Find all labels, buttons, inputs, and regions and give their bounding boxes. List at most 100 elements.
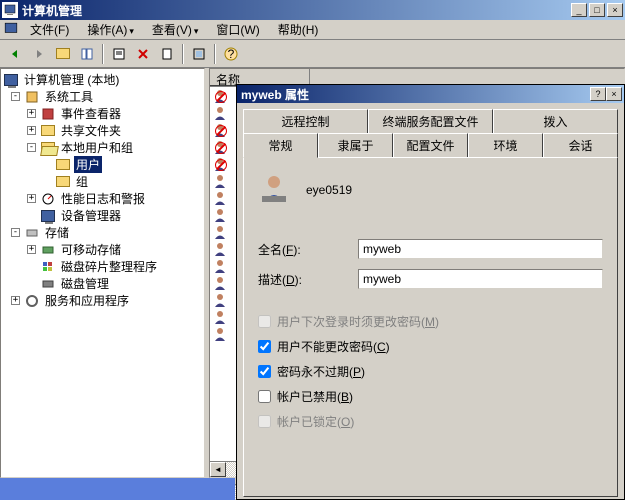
properties-button[interactable] — [108, 43, 130, 65]
tree-root[interactable]: 计算机管理 (本地) — [22, 71, 121, 88]
tree-toggle[interactable]: - — [11, 228, 20, 237]
user-icon — [212, 292, 228, 308]
menu-help[interactable]: 帮助(H) — [270, 19, 327, 40]
tree-users[interactable]: 用户 — [74, 156, 102, 173]
removable-icon — [40, 242, 56, 258]
tree-pane[interactable]: 计算机管理 (本地) - 系统工具 + 事件查看器 + 共享文件夹 - 本地用户和组 用… — [0, 68, 205, 478]
device-icon — [40, 208, 56, 224]
main-titlebar: 计算机管理 _ □ × — [0, 0, 625, 20]
menu-file[interactable]: 文件(F) — [22, 19, 77, 40]
tree-groups[interactable]: 组 — [74, 173, 90, 190]
folder-icon — [55, 157, 71, 173]
tree-removable[interactable]: 可移动存储 — [59, 241, 123, 258]
book-icon — [40, 106, 56, 122]
help-button[interactable]: ? — [220, 43, 242, 65]
minimize-button[interactable]: _ — [571, 3, 587, 17]
svg-text:?: ? — [228, 47, 235, 61]
diskmgr-icon — [40, 276, 56, 292]
tree-systools[interactable]: 系统工具 — [43, 88, 95, 105]
fullname-input[interactable] — [358, 239, 603, 259]
menu-view[interactable]: 查看(V)▾ — [144, 19, 207, 40]
tree-eventviewer[interactable]: 事件查看器 — [59, 105, 123, 122]
tree-toggle[interactable]: + — [27, 194, 36, 203]
chk-disabled-label: 帐户已禁用(B) — [277, 388, 353, 405]
tab-tsprofile[interactable]: 终端服务配置文件 — [368, 109, 493, 133]
folder-open-icon — [40, 140, 56, 156]
chk-neverexpire[interactable] — [258, 365, 271, 378]
menu-window[interactable]: 窗口(W) — [208, 19, 267, 40]
tree-localusers[interactable]: 本地用户和组 — [59, 139, 135, 156]
description-input[interactable] — [358, 269, 603, 289]
export-button[interactable] — [156, 43, 178, 65]
taskbar-segment — [0, 478, 235, 500]
tab-environment[interactable]: 环境 — [468, 133, 543, 157]
computer-icon — [3, 72, 19, 88]
refresh-button[interactable] — [188, 43, 210, 65]
tree-toggle[interactable]: + — [27, 109, 36, 118]
user-disabled-icon — [212, 139, 228, 155]
defrag-icon — [40, 259, 56, 275]
tree-diskmgr[interactable]: 磁盘管理 — [59, 275, 111, 292]
perf-icon — [40, 191, 56, 207]
tree-services[interactable]: 服务和应用程序 — [43, 292, 131, 309]
user-icon — [212, 173, 228, 189]
chk-mustchange-label: 用户下次登录时须更改密码(M) — [277, 313, 439, 330]
username-label: eye0519 — [306, 183, 352, 197]
tree-storage[interactable]: 存储 — [43, 224, 71, 241]
tab-general[interactable]: 常规 — [243, 133, 318, 158]
tools-icon — [24, 89, 40, 105]
back-button[interactable] — [4, 43, 26, 65]
tree-toggle[interactable]: + — [27, 245, 36, 254]
chk-cannotchange[interactable] — [258, 340, 271, 353]
up-button[interactable] — [52, 43, 74, 65]
app-icon-small — [4, 22, 20, 38]
properties-dialog: myweb 属性 ? × 远程控制 终端服务配置文件 拨入 常规 隶属于 配置文… — [236, 84, 625, 500]
tree-devmgr[interactable]: 设备管理器 — [59, 207, 123, 224]
tab-strip: 远程控制 终端服务配置文件 拨入 常规 隶属于 配置文件 环境 会话 — [243, 109, 618, 157]
dialog-close-button[interactable]: × — [606, 87, 622, 101]
tab-dialin[interactable]: 拨入 — [493, 109, 618, 133]
tree-toggle[interactable]: - — [27, 143, 36, 152]
tree-defrag[interactable]: 磁盘碎片整理程序 — [59, 258, 159, 275]
user-icon — [212, 309, 228, 325]
tree-toggle[interactable]: - — [11, 92, 20, 101]
tab-profile[interactable]: 配置文件 — [393, 133, 468, 157]
forward-button[interactable] — [28, 43, 50, 65]
dialog-help-button[interactable]: ? — [590, 87, 606, 101]
tree-toggle[interactable]: + — [27, 126, 36, 135]
user-icon — [212, 241, 228, 257]
toolbar: ? — [0, 40, 625, 68]
delete-button[interactable] — [132, 43, 154, 65]
menubar: 文件(F) 操作(A)▾ 查看(V)▾ 窗口(W) 帮助(H) — [0, 20, 625, 40]
tab-memberof[interactable]: 隶属于 — [318, 133, 393, 157]
user-disabled-icon — [212, 122, 228, 138]
user-icon — [212, 190, 228, 206]
chk-locked — [258, 415, 271, 428]
app-icon — [2, 2, 18, 18]
user-disabled-icon — [212, 88, 228, 104]
description-label: 描述(D): — [258, 271, 358, 288]
chk-cannotchange-label: 用户不能更改密码(C) — [277, 338, 390, 355]
chk-locked-label: 帐户已锁定(O) — [277, 413, 354, 430]
tab-sessions[interactable]: 会话 — [543, 133, 618, 157]
close-button[interactable]: × — [607, 3, 623, 17]
tree-perflogs[interactable]: 性能日志和警报 — [59, 190, 147, 207]
services-icon — [24, 293, 40, 309]
tree-toggle[interactable]: + — [11, 296, 20, 305]
chk-mustchange — [258, 315, 271, 328]
user-icon — [212, 224, 228, 240]
dialog-title: myweb 属性 — [239, 86, 590, 103]
user-icon — [212, 275, 228, 291]
scroll-left-button[interactable]: ◄ — [210, 462, 226, 477]
tab-body: eye0519 全名(F): 描述(D): 用户下次登录时须更改密码(M) 用户… — [243, 157, 618, 497]
user-disabled-icon — [212, 156, 228, 172]
chk-disabled[interactable] — [258, 390, 271, 403]
maximize-button[interactable]: □ — [589, 3, 605, 17]
show-hide-button[interactable] — [76, 43, 98, 65]
tree-shared[interactable]: 共享文件夹 — [59, 122, 123, 139]
menu-action[interactable]: 操作(A)▾ — [79, 19, 142, 40]
chk-neverexpire-label: 密码永不过期(P) — [277, 363, 365, 380]
user-icon — [212, 105, 228, 121]
storage-icon — [24, 225, 40, 241]
tab-remote[interactable]: 远程控制 — [243, 109, 368, 133]
